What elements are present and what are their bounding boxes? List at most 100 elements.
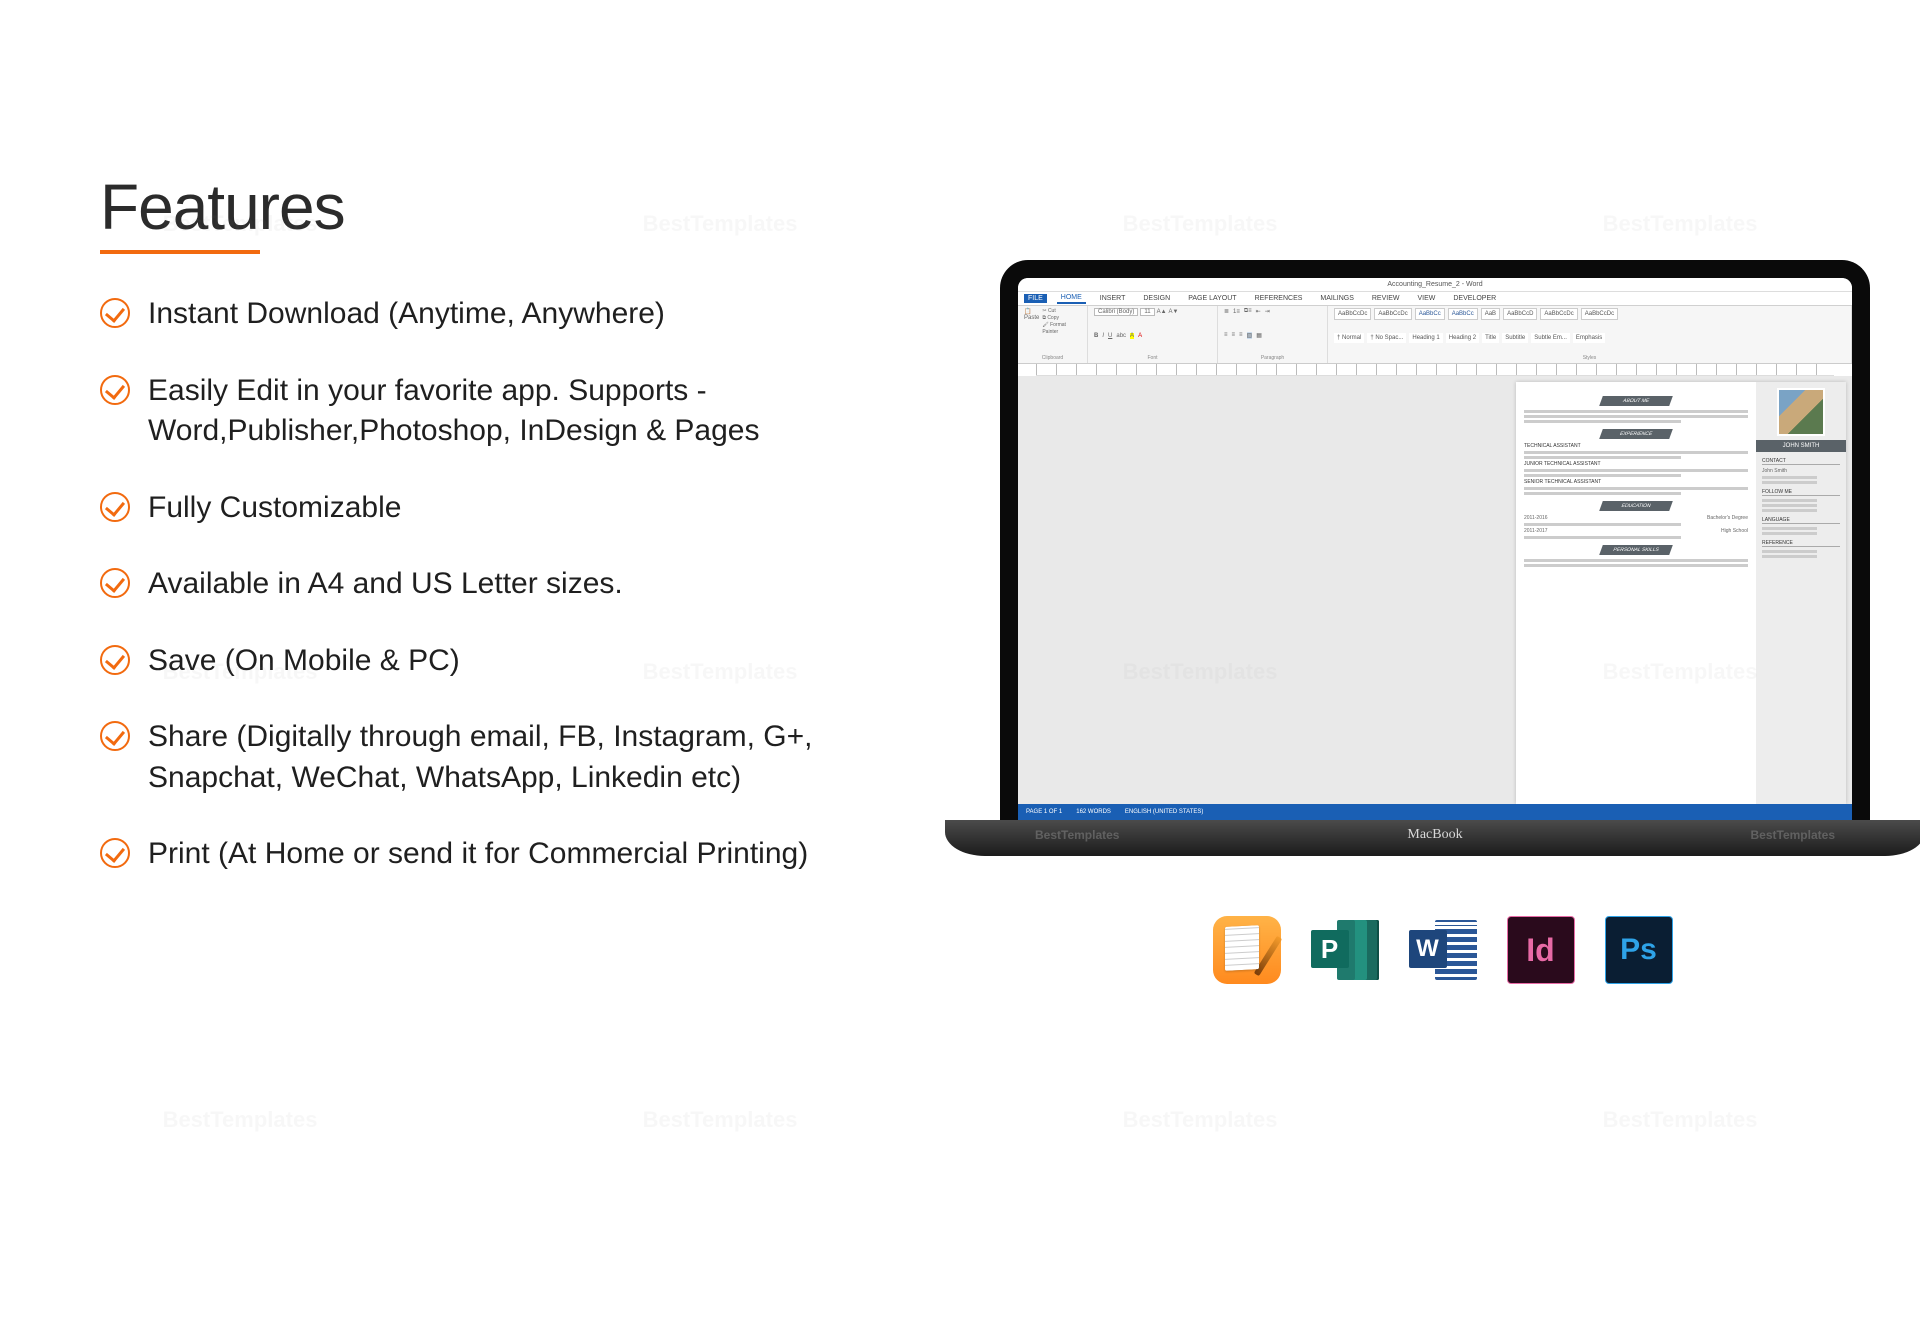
cut-button[interactable]: ✂ Cut: [1042, 308, 1081, 315]
resume-name: JOHN SMITH: [1756, 440, 1846, 452]
font-name-select[interactable]: Calibri (Body): [1094, 308, 1138, 316]
feature-text: Available in A4 and US Letter sizes.: [148, 564, 623, 605]
style-name: † No Spac...: [1367, 333, 1406, 343]
check-icon: [100, 721, 130, 751]
style-name: Title: [1482, 333, 1499, 343]
tab-view[interactable]: VIEW: [1413, 294, 1439, 303]
status-words: 162 WORDS: [1076, 809, 1111, 815]
section-about: ABOUT ME: [1599, 396, 1673, 406]
bullets-icon[interactable]: ≣: [1224, 308, 1229, 315]
tab-file[interactable]: FILE: [1024, 294, 1047, 303]
italic-button[interactable]: I: [1102, 333, 1104, 339]
feature-item: Available in A4 and US Letter sizes.: [100, 564, 860, 605]
laptop-base: BestTemplates MacBook BestTemplates: [945, 820, 1920, 856]
section-experience: EXPERIENCE: [1599, 429, 1673, 439]
watermark: BestTemplates: [163, 1107, 318, 1133]
watermark: BestTemplates: [1751, 828, 1835, 842]
style-chip[interactable]: AaBbCcD: [1503, 308, 1537, 320]
underline-button[interactable]: U: [1108, 333, 1112, 339]
group-label: Paragraph: [1224, 355, 1321, 361]
format-painter-button[interactable]: 🖌 Format Painter: [1042, 322, 1081, 336]
copy-button[interactable]: ⧉ Copy: [1042, 315, 1081, 322]
check-icon: [100, 375, 130, 405]
indent-inc-icon[interactable]: ⇥: [1265, 308, 1270, 315]
tab-home[interactable]: HOME: [1057, 293, 1086, 304]
check-icon: [100, 492, 130, 522]
check-icon: [100, 568, 130, 598]
word-app-icon: W: [1409, 916, 1477, 984]
strike-button[interactable]: abc: [1116, 333, 1126, 339]
watermark: BestTemplates: [643, 1107, 798, 1133]
check-icon: [100, 838, 130, 868]
style-chip[interactable]: AaBbCc: [1448, 308, 1478, 320]
style-name: Subtle Em...: [1531, 333, 1570, 343]
align-center-icon[interactable]: ≡: [1232, 332, 1236, 338]
style-chip[interactable]: AaBbCcDc: [1540, 308, 1577, 320]
resume-page: ABOUT ME EXPERIENCE TECHNICAL ASSISTANT …: [1516, 382, 1846, 804]
style-chip[interactable]: AaBbCcDc: [1334, 308, 1371, 320]
align-left-icon[interactable]: ≡: [1224, 332, 1228, 338]
font-color-button[interactable]: A: [1138, 333, 1142, 339]
tab-mailings[interactable]: MAILINGS: [1316, 294, 1357, 303]
style-chip[interactable]: AaBbCcDc: [1374, 308, 1411, 320]
indesign-app-icon: Id: [1507, 916, 1575, 984]
feature-item: Share (Digitally through email, FB, Inst…: [100, 717, 860, 798]
style-chip[interactable]: AaBbCcDc: [1581, 308, 1618, 320]
publisher-app-icon: P: [1311, 916, 1379, 984]
laptop-screen-bezel: Accounting_Resume_2 - Word FILE HOME INS…: [1000, 260, 1870, 820]
document-canvas[interactable]: ABOUT ME EXPERIENCE TECHNICAL ASSISTANT …: [1018, 376, 1852, 804]
tab-design[interactable]: DESIGN: [1139, 294, 1174, 303]
side-follow: FOLLOW ME: [1762, 489, 1840, 496]
tab-page-layout[interactable]: PAGE LAYOUT: [1184, 294, 1240, 303]
font-size-select[interactable]: 11: [1140, 308, 1154, 316]
shading-icon[interactable]: ▧: [1247, 332, 1253, 339]
style-name: Subtitle: [1502, 333, 1528, 343]
heading-underline: [100, 250, 260, 254]
job-title: TECHNICAL ASSISTANT: [1524, 443, 1748, 449]
feature-text: Share (Digitally through email, FB, Inst…: [148, 717, 860, 798]
resume-sidebar: JOHN SMITH CONTACT John Smith FOLLOW ME …: [1756, 382, 1846, 804]
resume-main: ABOUT ME EXPERIENCE TECHNICAL ASSISTANT …: [1516, 382, 1756, 804]
align-right-icon[interactable]: ≡: [1239, 332, 1243, 338]
side-language: LANGUAGE: [1762, 517, 1840, 524]
tab-insert[interactable]: INSERT: [1096, 294, 1130, 303]
paste-button[interactable]: 📋Paste: [1024, 308, 1039, 336]
shrink-font-icon[interactable]: A▼: [1169, 309, 1179, 315]
app-icons-row: P W Id Ps: [1213, 916, 1673, 984]
ruler: [1036, 364, 1834, 376]
edu-years: 2011-2017: [1524, 528, 1548, 534]
borders-icon[interactable]: ▦: [1256, 332, 1262, 339]
feature-text: Easily Edit in your favorite app. Suppor…: [148, 371, 860, 452]
pages-app-icon: [1213, 916, 1281, 984]
features-list: Instant Download (Anytime, Anywhere) Eas…: [100, 294, 860, 875]
status-bar: PAGE 1 OF 1 162 WORDS ENGLISH (UNITED ST…: [1018, 804, 1852, 820]
feature-item: Instant Download (Anytime, Anywhere): [100, 294, 860, 335]
tab-review[interactable]: REVIEW: [1368, 294, 1404, 303]
numbering-icon[interactable]: 1≡: [1233, 309, 1240, 315]
side-contact: CONTACT: [1762, 458, 1840, 465]
multilevel-icon[interactable]: ⧉≡: [1244, 308, 1252, 315]
group-label: Clipboard: [1024, 355, 1081, 361]
style-chip[interactable]: AaBbCc: [1415, 308, 1445, 320]
feature-item: Easily Edit in your favorite app. Suppor…: [100, 371, 860, 452]
camera-icon: [1431, 267, 1439, 275]
ribbon-group-font: Calibri (Body) 11 A▲ A▼ B I U abc A: [1088, 306, 1218, 363]
status-page: PAGE 1 OF 1: [1026, 809, 1062, 815]
features-column: Features Instant Download (Anytime, Anyw…: [100, 170, 860, 911]
section-education: EDUCATION: [1599, 501, 1673, 511]
style-name: Heading 1: [1409, 333, 1442, 343]
check-icon: [100, 298, 130, 328]
bold-button[interactable]: B: [1094, 333, 1098, 339]
indent-dec-icon[interactable]: ⇤: [1256, 308, 1261, 315]
watermark: BestTemplates: [1603, 1107, 1758, 1133]
feature-item: Fully Customizable: [100, 488, 860, 529]
tab-references[interactable]: REFERENCES: [1251, 294, 1307, 303]
laptop-mockup: Accounting_Resume_2 - Word FILE HOME INS…: [1000, 260, 1920, 856]
ribbon: 📋Paste ✂ Cut ⧉ Copy 🖌 Format Painter Cli…: [1018, 306, 1852, 364]
feature-text: Save (On Mobile & PC): [148, 641, 460, 682]
highlight-button[interactable]: A: [1130, 333, 1134, 339]
style-chip[interactable]: AaB: [1481, 308, 1500, 320]
watermark: BestTemplates: [1035, 828, 1119, 842]
tab-developer[interactable]: DEVELOPER: [1449, 294, 1500, 303]
grow-font-icon[interactable]: A▲: [1157, 309, 1167, 315]
